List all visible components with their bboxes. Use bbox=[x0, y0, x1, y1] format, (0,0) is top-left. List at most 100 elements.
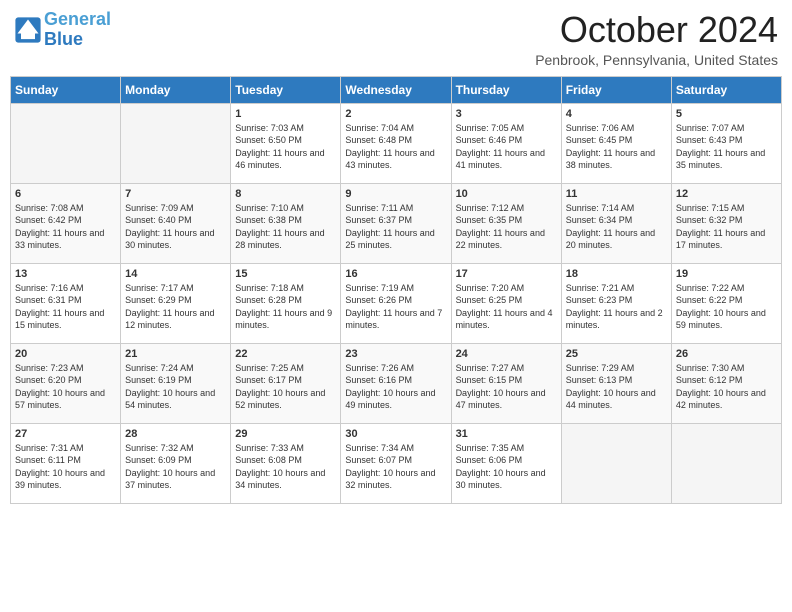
calendar-week-row: 20 Sunrise: 7:23 AM Sunset: 6:20 PM Dayli… bbox=[11, 343, 782, 423]
day-number: 12 bbox=[676, 188, 777, 200]
calendar-day-cell: 27Sunrise: 7:31 AM Sunset: 6:11 PM Dayli… bbox=[11, 423, 121, 503]
day-number: 19 bbox=[676, 268, 777, 280]
calendar-day-cell: 17Sunrise: 7:20 AM Sunset: 6:25 PM Dayli… bbox=[451, 263, 561, 343]
calendar-day-cell: 4 Sunrise: 7:06 AM Sunset: 6:45 PM Daylig… bbox=[561, 103, 671, 183]
day-number: 18 bbox=[566, 268, 667, 280]
calendar-day-cell: 8 Sunrise: 7:10 AM Sunset: 6:38 PM Daylig… bbox=[231, 183, 341, 263]
day-number: 6 bbox=[15, 188, 116, 200]
day-info: Sunrise: 7:33 AM Sunset: 6:08 PM Dayligh… bbox=[235, 442, 336, 492]
logo-text: General Blue bbox=[44, 10, 111, 50]
logo: General Blue bbox=[14, 10, 111, 50]
calendar-day-cell: 1 Sunrise: 7:03 AM Sunset: 6:50 PM Daylig… bbox=[231, 103, 341, 183]
day-of-week-header: Saturday bbox=[671, 76, 781, 103]
day-number: 21 bbox=[125, 348, 226, 360]
calendar-table: SundayMondayTuesdayWednesdayThursdayFrid… bbox=[10, 76, 782, 504]
day-number: 8 bbox=[235, 188, 336, 200]
day-of-week-header: Wednesday bbox=[341, 76, 451, 103]
day-info: Sunrise: 7:11 AM Sunset: 6:37 PM Dayligh… bbox=[345, 202, 446, 252]
day-info: Sunrise: 7:07 AM Sunset: 6:43 PM Dayligh… bbox=[676, 122, 777, 172]
calendar-day-cell: 18 Sunrise: 7:21 AM Sunset: 6:23 PM Dayli… bbox=[561, 263, 671, 343]
day-number: 2 bbox=[345, 108, 446, 120]
day-info: Sunrise: 7:29 AM Sunset: 6:13 PM Dayligh… bbox=[566, 362, 667, 412]
calendar-day-cell: 10 Sunrise: 7:12 AM Sunset: 6:35 PM Dayli… bbox=[451, 183, 561, 263]
day-info: Sunrise: 7:18 AM Sunset: 6:28 PM Dayligh… bbox=[235, 282, 336, 332]
day-info: Sunrise: 7:34 AM Sunset: 6:07 PM Dayligh… bbox=[345, 442, 446, 492]
calendar-day-cell: 9 Sunrise: 7:11 AM Sunset: 6:37 PM Daylig… bbox=[341, 183, 451, 263]
calendar-day-cell bbox=[671, 423, 781, 503]
calendar-day-cell: 5 Sunrise: 7:07 AM Sunset: 6:43 PM Daylig… bbox=[671, 103, 781, 183]
day-of-week-header: Sunday bbox=[11, 76, 121, 103]
day-number: 5 bbox=[676, 108, 777, 120]
day-info: Sunrise: 7:08 AM Sunset: 6:42 PM Dayligh… bbox=[15, 202, 116, 252]
day-number: 28 bbox=[125, 428, 226, 440]
day-info: Sunrise: 7:09 AM Sunset: 6:40 PM Dayligh… bbox=[125, 202, 226, 252]
day-number: 16 bbox=[345, 268, 446, 280]
day-number: 20 bbox=[15, 348, 116, 360]
title-block: October 2024 Penbrook, Pennsylvania, Uni… bbox=[535, 10, 778, 68]
calendar-day-cell bbox=[121, 103, 231, 183]
day-number: 9 bbox=[345, 188, 446, 200]
logo-icon bbox=[14, 16, 42, 44]
day-info: Sunrise: 7:03 AM Sunset: 6:50 PM Dayligh… bbox=[235, 122, 336, 172]
day-info: Sunrise: 7:19 AM Sunset: 6:26 PM Dayligh… bbox=[345, 282, 446, 332]
calendar-day-cell: 24 Sunrise: 7:27 AM Sunset: 6:15 PM Dayli… bbox=[451, 343, 561, 423]
calendar-day-cell bbox=[561, 423, 671, 503]
day-info: Sunrise: 7:17 AM Sunset: 6:29 PM Dayligh… bbox=[125, 282, 226, 332]
calendar-day-cell: 31 Sunrise: 7:35 AM Sunset: 6:06 PM Dayli… bbox=[451, 423, 561, 503]
day-of-week-header: Tuesday bbox=[231, 76, 341, 103]
day-number: 26 bbox=[676, 348, 777, 360]
day-of-week-header: Thursday bbox=[451, 76, 561, 103]
calendar-day-cell: 12Sunrise: 7:15 AM Sunset: 6:32 PM Dayli… bbox=[671, 183, 781, 263]
day-info: Sunrise: 7:22 AM Sunset: 6:22 PM Dayligh… bbox=[676, 282, 777, 332]
day-number: 3 bbox=[456, 108, 557, 120]
day-number: 31 bbox=[456, 428, 557, 440]
calendar-day-cell: 2Sunrise: 7:04 AM Sunset: 6:48 PM Daylig… bbox=[341, 103, 451, 183]
day-info: Sunrise: 7:32 AM Sunset: 6:09 PM Dayligh… bbox=[125, 442, 226, 492]
calendar-day-cell: 29 Sunrise: 7:33 AM Sunset: 6:08 PM Dayli… bbox=[231, 423, 341, 503]
day-number: 24 bbox=[456, 348, 557, 360]
day-info: Sunrise: 7:26 AM Sunset: 6:16 PM Dayligh… bbox=[345, 362, 446, 412]
page-header: General Blue October 2024 Penbrook, Penn… bbox=[10, 10, 782, 68]
month-year-title: October 2024 bbox=[535, 10, 778, 50]
calendar-week-row: 27Sunrise: 7:31 AM Sunset: 6:11 PM Dayli… bbox=[11, 423, 782, 503]
day-info: Sunrise: 7:35 AM Sunset: 6:06 PM Dayligh… bbox=[456, 442, 557, 492]
day-of-week-header: Monday bbox=[121, 76, 231, 103]
calendar-day-cell: 20 Sunrise: 7:23 AM Sunset: 6:20 PM Dayli… bbox=[11, 343, 121, 423]
calendar-day-cell: 16 Sunrise: 7:19 AM Sunset: 6:26 PM Dayli… bbox=[341, 263, 451, 343]
day-number: 14 bbox=[125, 268, 226, 280]
day-info: Sunrise: 7:12 AM Sunset: 6:35 PM Dayligh… bbox=[456, 202, 557, 252]
calendar-day-cell: 23Sunrise: 7:26 AM Sunset: 6:16 PM Dayli… bbox=[341, 343, 451, 423]
day-info: Sunrise: 7:20 AM Sunset: 6:25 PM Dayligh… bbox=[456, 282, 557, 332]
day-info: Sunrise: 7:31 AM Sunset: 6:11 PM Dayligh… bbox=[15, 442, 116, 492]
calendar-day-cell: 11 Sunrise: 7:14 AM Sunset: 6:34 PM Dayli… bbox=[561, 183, 671, 263]
calendar-week-row: 6 Sunrise: 7:08 AM Sunset: 6:42 PM Daylig… bbox=[11, 183, 782, 263]
day-info: Sunrise: 7:30 AM Sunset: 6:12 PM Dayligh… bbox=[676, 362, 777, 412]
calendar-day-cell: 28 Sunrise: 7:32 AM Sunset: 6:09 PM Dayli… bbox=[121, 423, 231, 503]
calendar-day-cell: 14 Sunrise: 7:17 AM Sunset: 6:29 PM Dayli… bbox=[121, 263, 231, 343]
day-number: 22 bbox=[235, 348, 336, 360]
calendar-day-cell: 15Sunrise: 7:18 AM Sunset: 6:28 PM Dayli… bbox=[231, 263, 341, 343]
day-number: 1 bbox=[235, 108, 336, 120]
calendar-header-row: SundayMondayTuesdayWednesdayThursdayFrid… bbox=[11, 76, 782, 103]
day-info: Sunrise: 7:14 AM Sunset: 6:34 PM Dayligh… bbox=[566, 202, 667, 252]
day-number: 4 bbox=[566, 108, 667, 120]
calendar-day-cell: 22Sunrise: 7:25 AM Sunset: 6:17 PM Dayli… bbox=[231, 343, 341, 423]
day-of-week-header: Friday bbox=[561, 76, 671, 103]
calendar-day-cell: 3 Sunrise: 7:05 AM Sunset: 6:46 PM Daylig… bbox=[451, 103, 561, 183]
day-number: 29 bbox=[235, 428, 336, 440]
day-info: Sunrise: 7:21 AM Sunset: 6:23 PM Dayligh… bbox=[566, 282, 667, 332]
calendar-day-cell: 30Sunrise: 7:34 AM Sunset: 6:07 PM Dayli… bbox=[341, 423, 451, 503]
calendar-day-cell: 26 Sunrise: 7:30 AM Sunset: 6:12 PM Dayli… bbox=[671, 343, 781, 423]
day-info: Sunrise: 7:27 AM Sunset: 6:15 PM Dayligh… bbox=[456, 362, 557, 412]
day-info: Sunrise: 7:05 AM Sunset: 6:46 PM Dayligh… bbox=[456, 122, 557, 172]
day-info: Sunrise: 7:06 AM Sunset: 6:45 PM Dayligh… bbox=[566, 122, 667, 172]
day-number: 13 bbox=[15, 268, 116, 280]
day-number: 11 bbox=[566, 188, 667, 200]
location-subtitle: Penbrook, Pennsylvania, United States bbox=[535, 52, 778, 68]
calendar-day-cell: 13Sunrise: 7:16 AM Sunset: 6:31 PM Dayli… bbox=[11, 263, 121, 343]
calendar-day-cell: 19 Sunrise: 7:22 AM Sunset: 6:22 PM Dayli… bbox=[671, 263, 781, 343]
day-info: Sunrise: 7:10 AM Sunset: 6:38 PM Dayligh… bbox=[235, 202, 336, 252]
day-info: Sunrise: 7:23 AM Sunset: 6:20 PM Dayligh… bbox=[15, 362, 116, 412]
calendar-day-cell bbox=[11, 103, 121, 183]
day-number: 10 bbox=[456, 188, 557, 200]
